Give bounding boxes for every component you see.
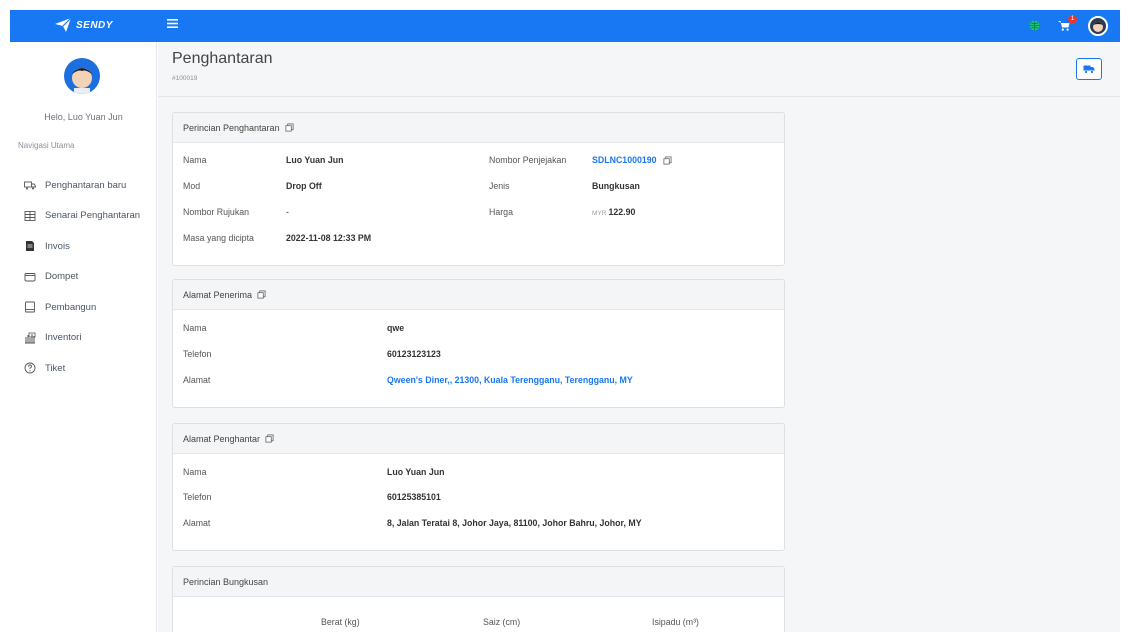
sidebar-item-label: Invois <box>45 240 70 252</box>
mode-value: Drop Off <box>286 181 322 191</box>
card-title: Perincian Bungkusan <box>183 576 269 587</box>
sidebar-avatar <box>64 58 100 94</box>
sidebar-item-label: Penghantaran baru <box>45 179 127 191</box>
language-button[interactable] <box>1029 19 1040 33</box>
sidebar-item-label: Inventori <box>45 332 82 344</box>
sidebar-nav: Penghantaran baru Senarai Penghantaran I… <box>24 170 140 384</box>
recipient-phone: 60123123123 <box>387 349 441 359</box>
card-title: Perincian Penghantaran <box>183 122 280 133</box>
sidebar-item-inventory[interactable]: Inventori <box>24 323 140 354</box>
truck-icon <box>24 181 36 190</box>
sidebar-item-ticket[interactable]: Tiket <box>24 353 140 384</box>
globe-icon <box>1029 19 1040 31</box>
currency-code: MYR <box>592 210 607 217</box>
sender-name: Luo Yuan Jun <box>387 467 445 477</box>
created-time-value: 2022-11-08 12:33 PM <box>286 233 372 243</box>
card-title: Alamat Penerima <box>183 289 253 300</box>
brand-name: SENDY <box>76 19 113 31</box>
column-header-weight: Berat (kg) <box>321 617 360 627</box>
card-header: Perincian Penghantaran <box>173 113 784 143</box>
user-avatar[interactable] <box>1088 16 1108 36</box>
name-label: Nama <box>183 155 207 165</box>
sender-address-card: Alamat Penghantar Nama Luo Yuan Jun Tele… <box>172 423 785 551</box>
sidebar-item-label: Dompet <box>45 271 79 283</box>
type-label: Jenis <box>489 181 510 191</box>
price-label: Harga <box>489 207 513 217</box>
phone-label: Telefon <box>183 492 212 502</box>
cart-button[interactable]: 1 <box>1058 14 1077 33</box>
copy-icon[interactable] <box>285 123 294 132</box>
paper-plane-icon <box>55 17 72 32</box>
price-value: MYR 122.90 <box>592 207 635 217</box>
card-header: Perincian Bungkusan <box>173 567 784 597</box>
sidebar-item-label: Senarai Penghantaran <box>45 210 141 222</box>
card-title: Alamat Penghantar <box>183 433 261 444</box>
developer-icon <box>25 301 35 313</box>
page-title: Penghantaran <box>172 50 273 67</box>
recipient-address-card: Alamat Penerima Nama qwe Telefon 6012312… <box>172 279 785 408</box>
sidebar-item-label: Pembangun <box>45 301 97 313</box>
page-header: Penghantaran #100019 <box>158 42 1120 97</box>
delivery-id: #100019 <box>172 75 198 82</box>
sidebar-item-delivery-list[interactable]: Senarai Penghantaran <box>24 201 140 232</box>
address-label: Alamat <box>183 518 211 528</box>
name-value: Luo Yuan Jun <box>286 155 344 165</box>
top-navbar: SENDY 1 <box>10 10 1120 42</box>
reference-value: - <box>286 207 289 217</box>
parcel-details-card: Perincian Bungkusan Berat (kg) Saiz (cm)… <box>172 566 785 632</box>
sidebar: Helo, Luo Yuan Jun Navigasi Utama Pengha… <box>10 42 157 632</box>
list-icon <box>24 210 36 221</box>
sidebar-item-wallet[interactable]: Dompet <box>24 262 140 293</box>
user-face-icon <box>1093 22 1103 32</box>
card-header: Alamat Penghantar <box>173 424 784 454</box>
menu-toggle-button[interactable] <box>167 18 179 32</box>
delivery-details-card: Perincian Penghantaran Nama Luo Yuan Jun… <box>172 112 785 266</box>
inventory-icon <box>25 332 36 344</box>
sidebar-item-invoice[interactable]: Invois <box>24 231 140 262</box>
column-header-volume: Isipadu (m³) <box>652 617 699 627</box>
tracking-label: Nombor Penjejakan <box>489 155 567 165</box>
main-content: Penghantaran #100019 Perincian Penghanta… <box>158 42 1120 632</box>
name-label: Nama <box>183 467 207 477</box>
recipient-address-link[interactable]: Qween's Diner,, 21300, Kuala Terengganu,… <box>387 375 633 385</box>
type-value: Bungkusan <box>592 181 640 191</box>
price-amount: 122.90 <box>608 207 636 217</box>
brand-logo[interactable]: SENDY <box>54 17 113 33</box>
help-circle-icon <box>24 362 36 374</box>
cart-count-badge: 1 <box>1068 14 1077 24</box>
card-header: Alamat Penerima <box>173 280 784 310</box>
nav-section-title: Navigasi Utama <box>18 141 75 150</box>
tracking-number-link[interactable]: SDLNC1000190 <box>592 155 657 165</box>
created-time-label: Masa yang dicipta <box>183 233 254 243</box>
hamburger-icon <box>167 19 178 28</box>
truck-icon <box>1083 65 1095 74</box>
sidebar-item-label: Tiket <box>45 362 66 374</box>
recipient-name: qwe <box>387 323 405 333</box>
phone-label: Telefon <box>183 349 212 359</box>
invoice-icon <box>26 241 34 252</box>
reference-label: Nombor Rujukan <box>183 207 250 217</box>
sidebar-item-developer[interactable]: Pembangun <box>24 292 140 323</box>
greeting-text: Helo, Luo Yuan Jun <box>44 112 123 122</box>
sidebar-item-new-delivery[interactable]: Penghantaran baru <box>24 170 140 201</box>
sender-address: 8, Jalan Teratai 8, Johor Jaya, 81100, J… <box>387 518 642 528</box>
copy-icon[interactable] <box>265 434 274 443</box>
copy-icon[interactable] <box>257 290 266 299</box>
name-label: Nama <box>183 323 207 333</box>
sender-phone: 60125385101 <box>387 492 441 502</box>
copy-icon[interactable] <box>663 156 672 165</box>
column-header-size: Saiz (cm) <box>483 617 521 627</box>
address-label: Alamat <box>183 375 211 385</box>
mode-label: Mod <box>183 181 201 191</box>
wallet-icon <box>24 272 36 282</box>
user-face-icon <box>71 68 93 94</box>
track-delivery-button[interactable] <box>1076 58 1102 80</box>
